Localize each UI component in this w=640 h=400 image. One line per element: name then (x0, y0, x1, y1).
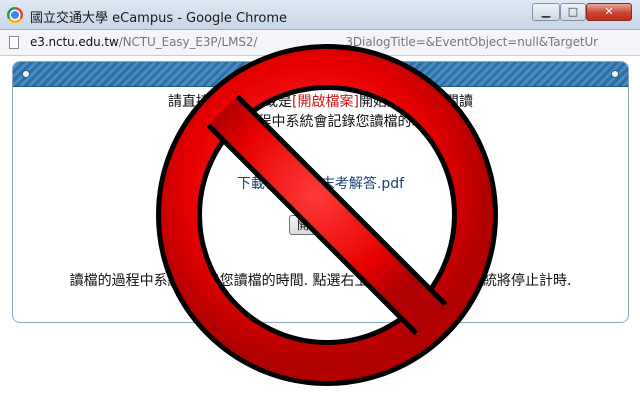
close-icon: ✕ (441, 275, 462, 295)
window-titlebar: 國立交通大學 eCampus - Google Chrome ▁ □ ✕ (0, 0, 640, 30)
download-file-link[interactable]: 下載檔案 期末考解答.pdf (13, 173, 628, 193)
url-text[interactable]: e3.nctu.edu.tw/NCTU_Easy_E3P/LMS2/3Dialo… (30, 35, 598, 49)
notice-post: ,系統將停止計時. (464, 273, 572, 289)
intro-post: 開始進行 (358, 94, 415, 110)
notice-mid: 錄您讀檔的時間. 點選右上角 (205, 273, 383, 289)
open-file-link[interactable]: [開啟檔案] (292, 94, 359, 110)
header-dot-right (611, 70, 619, 78)
page-icon (9, 36, 19, 49)
intro-text: 請直接 檔名或是[開啟檔案]開始進行 閱讀 在閱讀過程中系統會記錄您讀檔的時間 (13, 92, 628, 132)
open-file-button[interactable]: 開啟檔案 (289, 215, 353, 235)
close-window-button[interactable]: ✕ (586, 3, 632, 21)
url-host: e3.nctu.edu.tw (30, 35, 119, 49)
download-filename: 期末考解答.pdf (306, 176, 405, 192)
intro-end: 閱讀 (444, 94, 473, 110)
maximize-button[interactable]: □ (560, 3, 586, 21)
notice-pre: 讀檔的過程中系統 (69, 273, 182, 289)
download-prefix: 下載檔案 (236, 176, 293, 192)
intro-mid: 或是 (264, 94, 293, 110)
intro-pre: 請直接 (168, 94, 211, 110)
minimize-button[interactable]: ▁ (532, 3, 560, 21)
intro-line-2: 在閱讀過程中系統會記錄您讀檔的時間 (201, 114, 440, 130)
url-path: /NCTU_Easy_E3P/LMS2/ (118, 35, 258, 49)
panel-title: 準備讀取文件 (272, 67, 369, 85)
read-document-panel: 準備讀取文件 請直接 檔名或是[開啟檔案]開始進行 閱讀 在閱讀過程中系統會記錄您讀… (12, 61, 629, 323)
window-title: 國立交通大學 eCampus - Google Chrome (30, 11, 288, 26)
address-bar[interactable]: e3.nctu.edu.tw/NCTU_Easy_E3P/LMS2/3Dialo… (0, 30, 640, 56)
intro-line-1: 請直接 檔名或是[開啟檔案]開始進行 閱讀 (13, 92, 628, 112)
filename-link[interactable]: 檔名 (236, 94, 264, 110)
chrome-logo-icon (7, 7, 23, 23)
notice-text: 讀檔的過程中系統 錄您讀檔的時間. 點選右上角 ✕ ,系統將停止計時. (35, 271, 606, 295)
url-tail: 3DialogTitle=&EventObject=null&TargetUr (345, 35, 599, 49)
panel-header: 準備讀取文件 (13, 62, 628, 87)
